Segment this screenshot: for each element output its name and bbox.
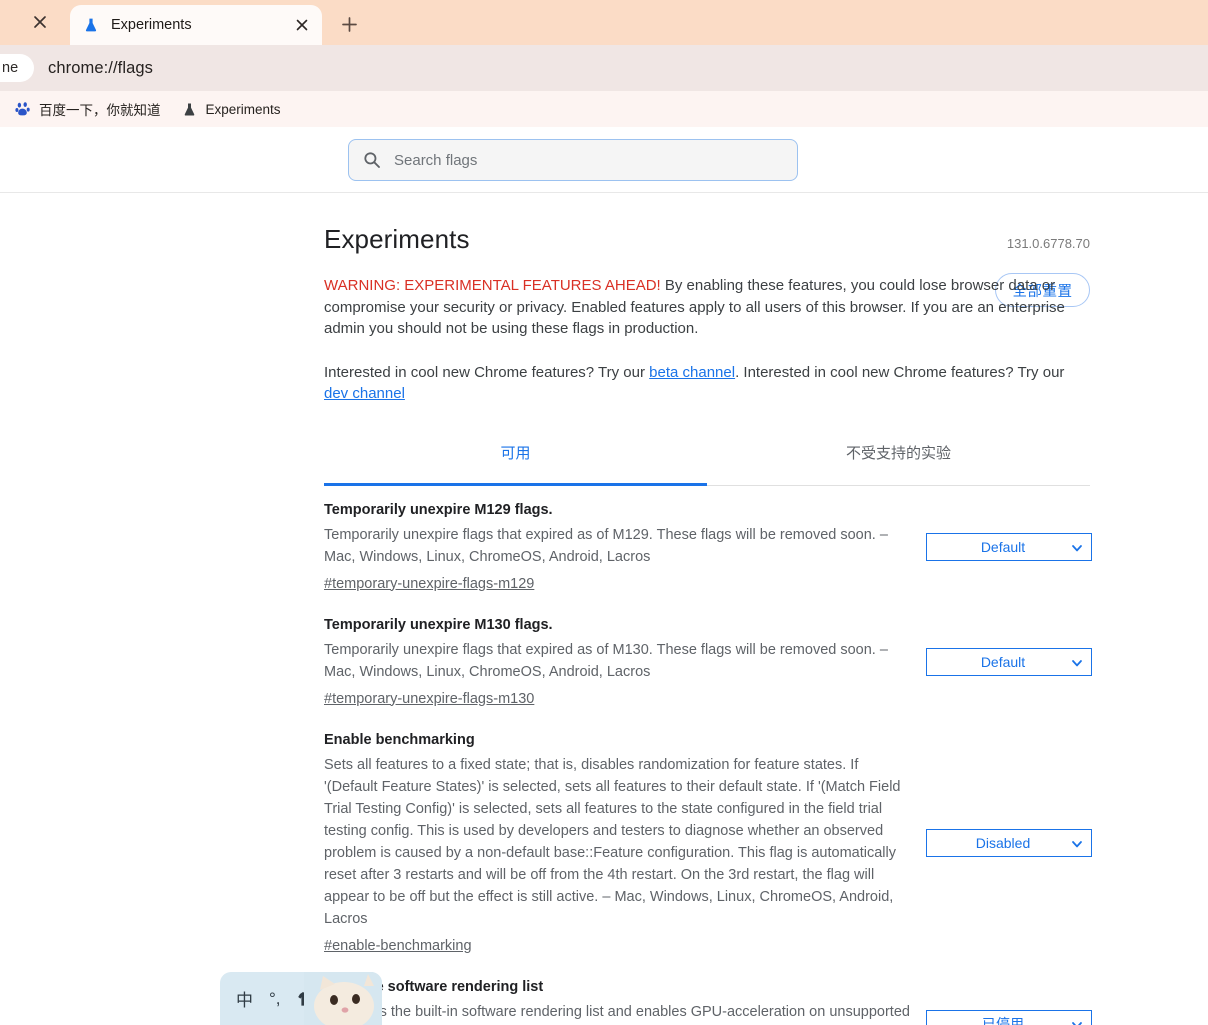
bookmark-label: 百度一下，你就知道 (39, 103, 161, 118)
flag-state-select[interactable]: DefaultEnabledDisabled (926, 648, 1092, 676)
close-icon[interactable] (32, 14, 48, 30)
flags-content: Experiments 131.0.6778.70 WARNING: EXPER… (0, 193, 1208, 1025)
flag-info: Temporarily unexpire M129 flags. Tempora… (324, 502, 910, 593)
channels-text-1: Interested in cool new Chrome features? … (324, 363, 650, 381)
tab-unsupported[interactable]: 不受支持的实验 (707, 439, 1090, 485)
ime-floating-toolbar[interactable]: 中 °, (220, 972, 382, 1025)
baidu-paw-icon (14, 101, 31, 118)
bookmarks-bar: 百度一下，你就知道 Experiments (0, 91, 1208, 127)
flag-description: Sets all features to a fixed state; that… (324, 756, 901, 927)
bookmark-item-baidu[interactable]: 百度一下，你就知道 (14, 99, 161, 119)
flag-info: Temporarily unexpire M130 flags. Tempora… (324, 617, 910, 708)
tab-available[interactable]: 可用 (324, 439, 707, 486)
flag-row: Temporarily unexpire M130 flags. Tempora… (324, 601, 1092, 716)
browser-tab-partial[interactable] (0, 0, 70, 45)
browser-tab-strip: Experiments (0, 0, 1208, 45)
flag-info: Enable benchmarking Sets all features to… (324, 732, 910, 955)
search-flags-box[interactable] (348, 139, 798, 181)
flag-control: 已停用已启用默认 (926, 1010, 1092, 1025)
flags-header-bar (0, 127, 1208, 193)
flags-tabs: 可用 不受支持的实验 (324, 439, 1090, 486)
warning-paragraph: WARNING: EXPERIMENTAL FEATURES AHEAD! By… (324, 275, 1090, 340)
omnibox-chip[interactable]: ne (0, 54, 34, 82)
page-title-row: Experiments 131.0.6778.70 (324, 193, 1090, 255)
flag-state-select[interactable]: DisabledDefault Feature StatesMatch Fiel… (926, 829, 1092, 857)
flag-title: Enable benchmarking (324, 731, 475, 748)
flask-icon (82, 16, 100, 34)
browser-address-bar[interactable]: ne chrome://flags (0, 45, 1208, 91)
flag-anchor-link[interactable]: #temporary-unexpire-flags-m130 (324, 691, 534, 707)
flag-description: Temporarily unexpire flags that expired … (324, 526, 888, 565)
flag-anchor-link[interactable]: #temporary-unexpire-flags-m129 (324, 576, 534, 592)
new-tab-button[interactable] (334, 9, 364, 39)
close-icon[interactable] (292, 15, 312, 35)
flag-state-select[interactable]: DefaultEnabledDisabled (926, 533, 1092, 561)
channels-paragraph: Interested in cool new Chrome features? … (324, 362, 1090, 405)
flag-row: Enable benchmarking Sets all features to… (324, 716, 1092, 963)
flag-title: Override software rendering list (324, 978, 544, 995)
search-icon (363, 151, 382, 170)
flag-title: Temporarily unexpire M129 flags. (324, 501, 553, 518)
warning-lead-text: WARNING: EXPERIMENTAL FEATURES AHEAD! (324, 277, 661, 294)
flags-page: 全部重置 Experiments 131.0.6778.70 WARNING: … (0, 127, 1208, 1025)
flag-row: Override software rendering list Overrid… (324, 963, 1092, 1025)
cat-avatar (304, 972, 382, 1025)
browser-tab-title: Experiments (111, 17, 192, 33)
flag-row: Temporarily unexpire M129 flags. Tempora… (324, 486, 1092, 601)
flags-list: Temporarily unexpire M129 flags. Tempora… (324, 486, 1092, 1025)
flask-icon (181, 101, 198, 118)
flag-info: Override software rendering list Overrid… (324, 979, 910, 1025)
browser-tab-experiments[interactable]: Experiments (70, 5, 322, 45)
flag-control: DefaultEnabledDisabled (926, 533, 1092, 561)
ime-punctuation-button[interactable]: °, (269, 989, 281, 1009)
ime-language-mode-button[interactable]: 中 (236, 986, 253, 1011)
flag-control: DefaultEnabledDisabled (926, 648, 1092, 676)
flag-title: Temporarily unexpire M130 flags. (324, 616, 553, 633)
version-label: 131.0.6778.70 (1006, 236, 1090, 251)
flag-control: DisabledDefault Feature StatesMatch Fiel… (926, 829, 1092, 857)
search-input[interactable] (394, 151, 783, 169)
flag-anchor-link[interactable]: #enable-benchmarking (324, 938, 472, 954)
beta-channel-link[interactable]: beta channel (649, 364, 735, 381)
flag-state-select[interactable]: 已停用已启用默认 (926, 1010, 1092, 1025)
flag-description: Overrides the built-in software renderin… (324, 1003, 910, 1020)
omnibox-url-text[interactable]: chrome://flags (48, 59, 153, 78)
page-title: Experiments (324, 224, 470, 254)
dev-channel-link[interactable]: dev channel (324, 385, 405, 402)
bookmark-label: Experiments (205, 101, 281, 117)
channels-text-2: . Interested in cool new Chrome features… (735, 363, 1065, 381)
flag-description: Temporarily unexpire flags that expired … (324, 641, 888, 680)
bookmark-item-experiments[interactable]: Experiments (181, 101, 281, 118)
